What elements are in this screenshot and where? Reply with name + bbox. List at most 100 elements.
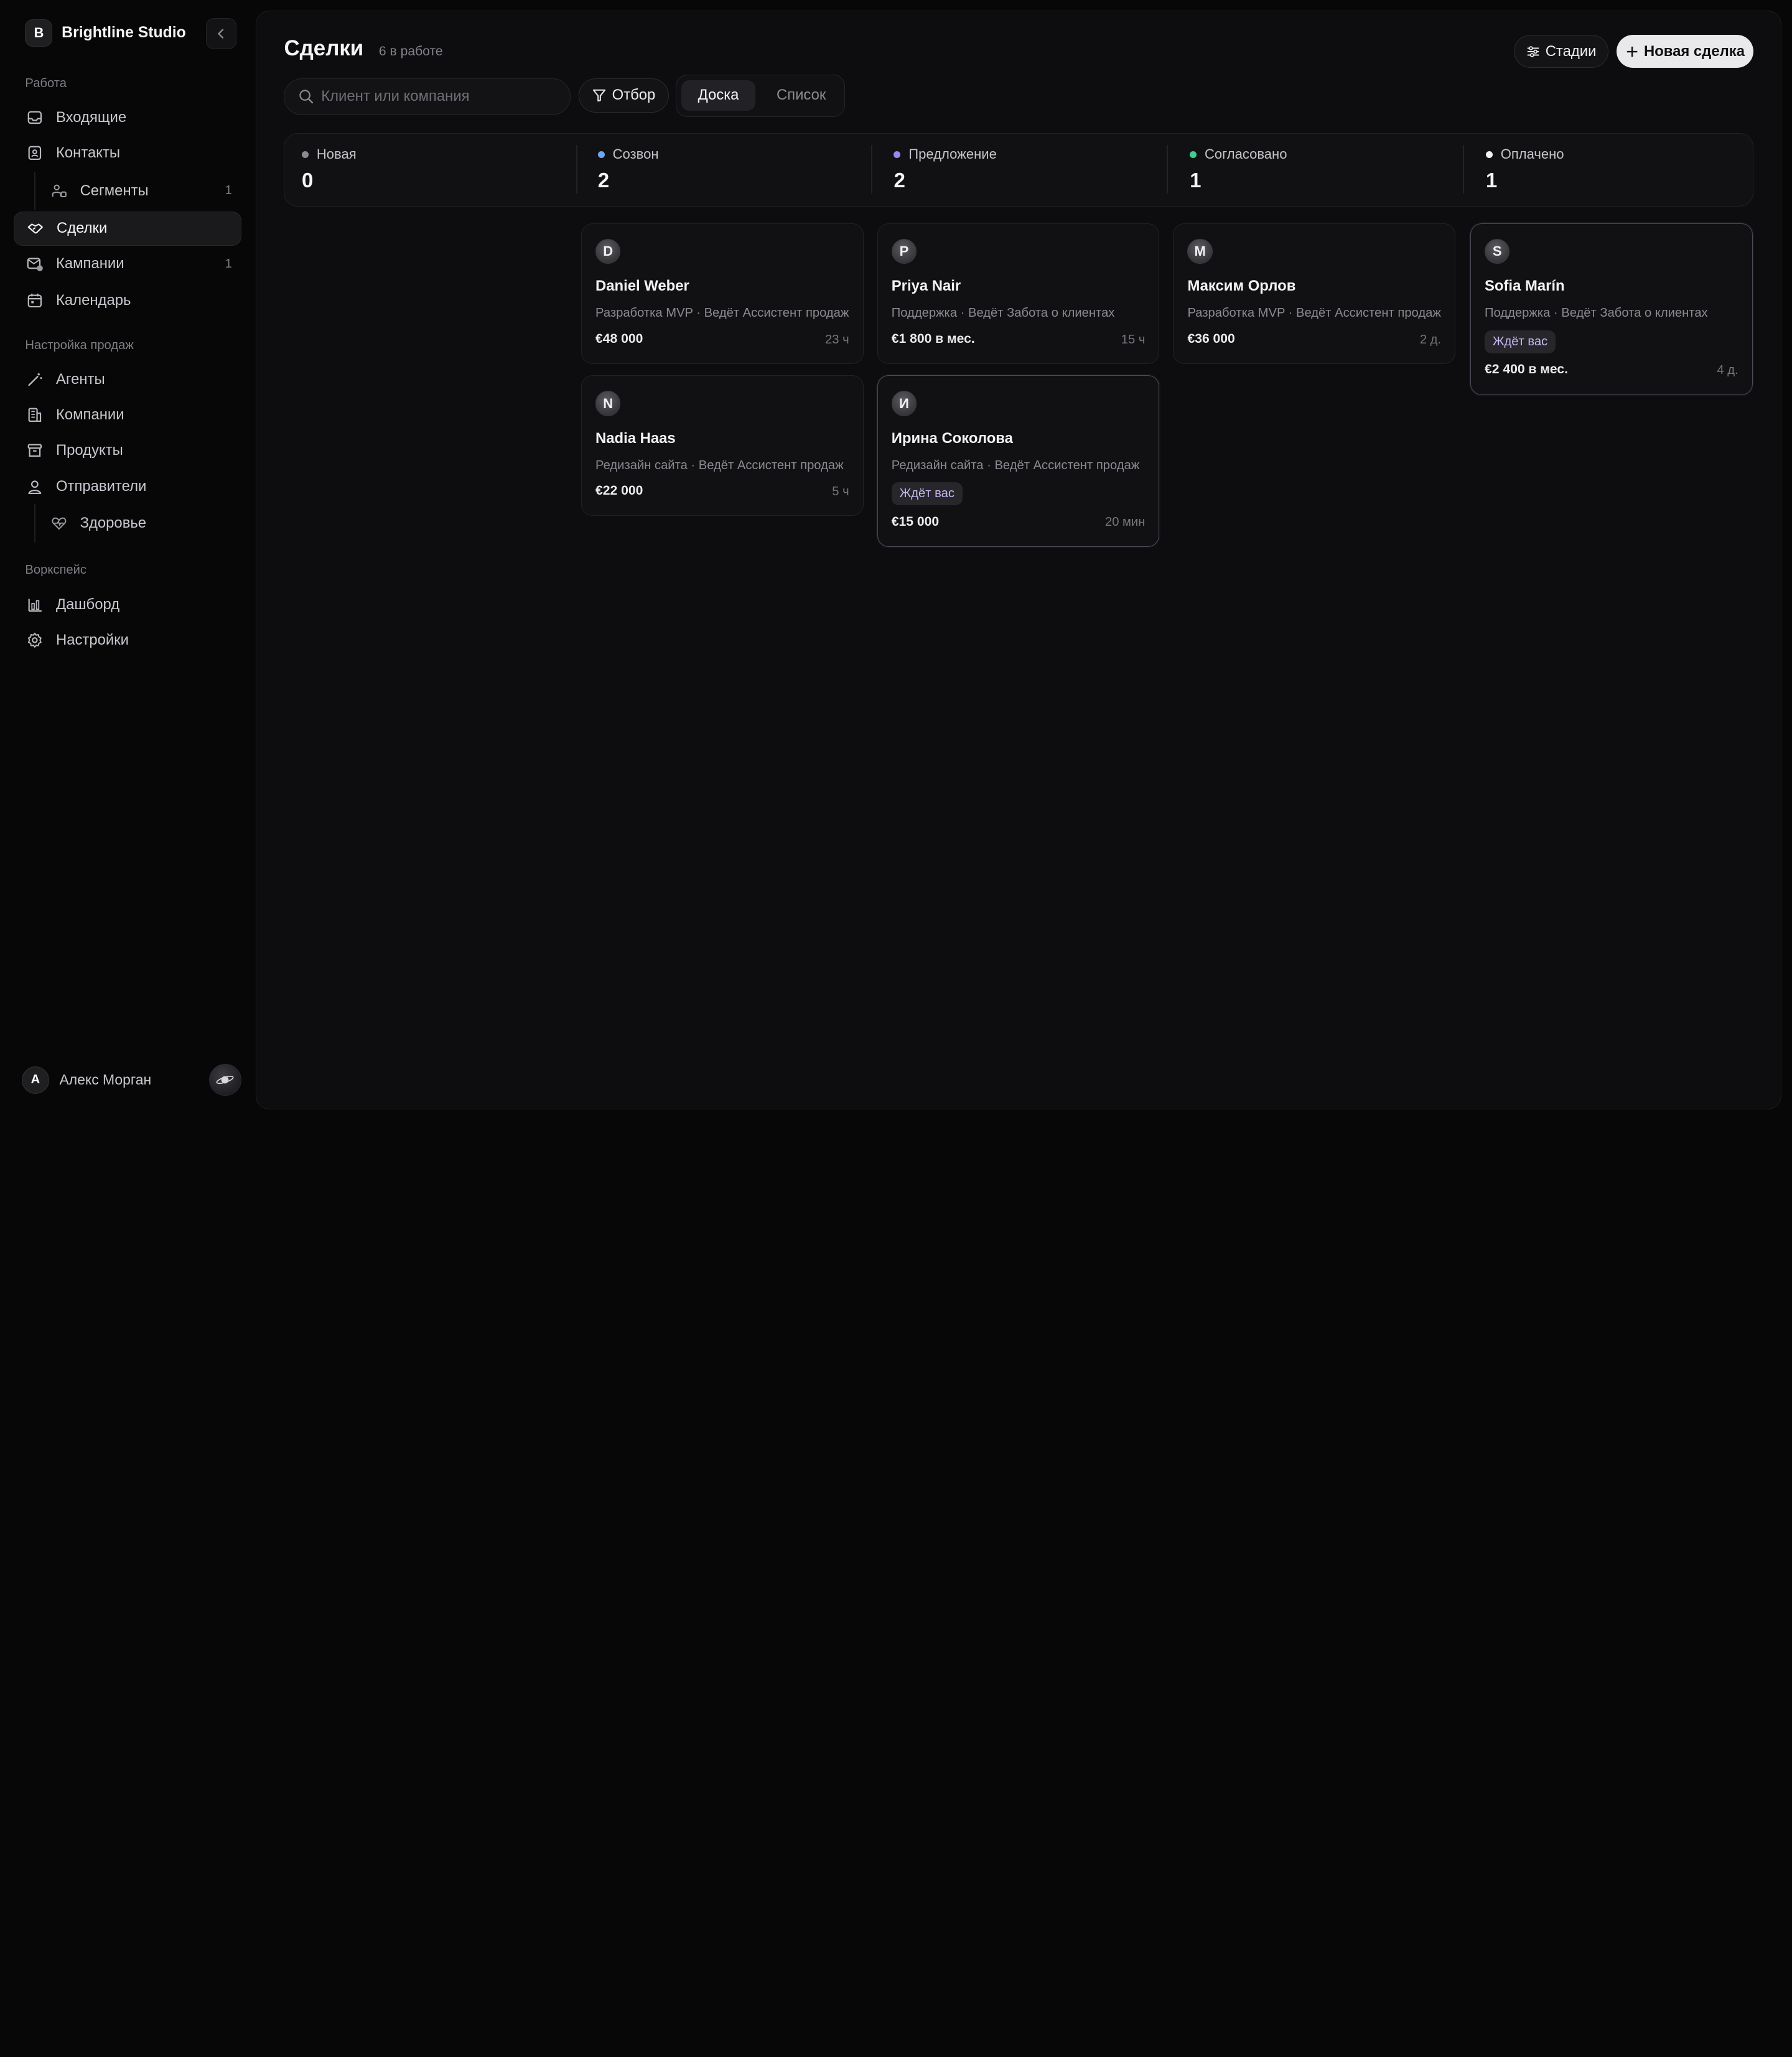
deal-client-name: Nadia Haas	[595, 429, 676, 447]
search-input[interactable]	[321, 88, 550, 106]
segments-icon	[50, 182, 68, 200]
avatar: А	[21, 1066, 49, 1094]
stage-count: 2	[894, 169, 905, 192]
stage-call[interactable]: Созвон 2	[581, 134, 872, 205]
section-label-work: Работа	[25, 77, 67, 91]
deal-age: 20 мин	[1104, 515, 1146, 529]
avatar: И	[891, 391, 917, 416]
sidebar-item-dashboard[interactable]: Дашборд	[14, 587, 241, 622]
sidebar-item-settings[interactable]: Настройки	[14, 623, 241, 657]
new-deal-button-label: Новая сделка	[1643, 42, 1745, 60]
filter-button-label: Отбор	[612, 86, 656, 104]
stage-new[interactable]: Новая 0	[284, 134, 576, 205]
sidebar-item-campaigns[interactable]: Кампании 1	[14, 247, 241, 281]
deal-client-name: Ирина Соколова	[891, 429, 1013, 447]
sidebar-item-label: Агенты	[55, 370, 105, 388]
plus-icon	[1626, 45, 1638, 58]
sidebar-item-contacts[interactable]: Контакты	[14, 136, 241, 170]
deal-client-name: Sofia Marín	[1485, 278, 1565, 295]
segments-count: 1	[225, 184, 232, 198]
sidebar-item-deals[interactable]: Сделки	[14, 211, 241, 246]
deal-client-name: Максим Орлов	[1187, 278, 1296, 295]
view-list-tab[interactable]: Список	[761, 80, 841, 111]
stage-color-dot	[597, 151, 605, 158]
user-profile[interactable]: А Алекс Морган	[21, 1066, 151, 1094]
divider	[1463, 145, 1464, 194]
stage-paid[interactable]: Оплачено 1	[1468, 134, 1754, 205]
campaign-icon	[26, 255, 44, 273]
deal-age: 2 д.	[1419, 332, 1442, 347]
sidebar-item-label: Дашборд	[55, 595, 120, 613]
filter-icon	[592, 88, 606, 102]
deal-amount: €1 800 в мес.	[891, 331, 975, 346]
stage-proposal[interactable]: Предложение 2	[877, 134, 1168, 205]
building-icon	[26, 406, 44, 424]
deal-amount: €22 000	[595, 483, 643, 498]
stage-color-dot	[1485, 151, 1493, 158]
sidebar-item-label: Настройки	[55, 631, 129, 648]
sidebar-item-segments[interactable]: Сегменты 1	[38, 174, 241, 208]
calendar-icon	[26, 292, 44, 309]
gear-icon	[26, 632, 44, 649]
stage-color-dot	[1190, 151, 1197, 158]
avatar: N	[595, 391, 621, 416]
view-board-tab[interactable]: Доска	[681, 80, 756, 111]
divider	[870, 145, 872, 194]
heart-pulse-icon	[50, 515, 68, 532]
workspace-switcher[interactable]: B Brightline Studio	[25, 18, 186, 48]
stage-color-dot	[302, 151, 309, 158]
sidebar-item-label: Календарь	[55, 292, 131, 309]
sidebar-item-products[interactable]: Продукты	[14, 433, 241, 467]
deal-age: 5 ч	[832, 484, 849, 498]
deal-meta: Разработка MVP · Ведёт Ассистент продаж	[595, 306, 849, 320]
stage-name: Созвон	[612, 146, 659, 162]
deal-card[interactable]: N Nadia Haas Редизайн сайта · Ведёт Асси…	[581, 375, 864, 516]
deal-client-name: Daniel Weber	[595, 278, 689, 295]
deal-age: 15 ч	[1121, 332, 1146, 347]
stage-count: 2	[597, 169, 610, 192]
stage-agreed[interactable]: Согласовано 1	[1173, 134, 1464, 205]
deal-card[interactable]: М Максим Орлов Разработка MVP · Ведёт Ас…	[1173, 223, 1456, 365]
sliders-icon	[1526, 45, 1540, 58]
status-badge: Ждёт вас	[891, 482, 963, 505]
new-deal-button[interactable]: Новая сделка	[1617, 35, 1754, 68]
stage-count: 1	[1190, 169, 1202, 192]
search-icon	[299, 90, 313, 104]
sidebar-item-calendar[interactable]: Календарь	[14, 284, 241, 318]
view-switcher: Доска Список	[676, 75, 846, 118]
deal-meta: Редизайн сайта · Ведёт Ассистент продаж	[891, 458, 1140, 472]
deals-in-progress-count: 6 в работе	[378, 44, 443, 58]
app-window: B Brightline Studio Работа Входящие Конт…	[0, 0, 1792, 1120]
sidebar-item-inbox[interactable]: Входящие	[14, 101, 241, 135]
stage-count: 0	[302, 169, 314, 192]
filter-button[interactable]: Отбор	[579, 78, 670, 113]
sidebar-item-health[interactable]: Здоровье	[38, 506, 241, 541]
search-field[interactable]	[284, 78, 571, 115]
divider	[576, 145, 577, 194]
stage-color-dot	[894, 151, 901, 158]
planet-icon	[216, 1076, 234, 1084]
nav-tree-line	[34, 171, 35, 210]
sidebar-item-agents[interactable]: Агенты	[14, 362, 241, 396]
inbox-icon	[26, 109, 44, 126]
collapse-sidebar-button[interactable]	[205, 18, 237, 49]
sidebar-item-label: Отправители	[55, 478, 147, 495]
deal-card[interactable]: S Sofia Marín Поддержка · Ведёт Забота о…	[1470, 223, 1753, 395]
sidebar: B Brightline Studio Работа Входящие Конт…	[0, 0, 255, 1120]
sidebar-item-senders[interactable]: Отправители	[14, 470, 241, 504]
deal-card[interactable]: D Daniel Weber Разработка MVP · Ведёт Ас…	[581, 223, 864, 365]
deal-amount: €36 000	[1187, 331, 1235, 346]
theme-toggle-button[interactable]	[209, 1063, 241, 1096]
deal-amount: €15 000	[891, 514, 940, 529]
sidebar-item-label: Кампании	[55, 255, 124, 273]
deal-card[interactable]: И Ирина Соколова Редизайн сайта · Ведёт …	[877, 375, 1160, 547]
deal-card[interactable]: P Priya Nair Поддержка · Ведёт Забота о …	[877, 223, 1160, 365]
divider	[1167, 145, 1169, 194]
campaigns-count: 1	[225, 256, 232, 271]
archive-icon	[26, 442, 44, 459]
workspace-avatar: B	[25, 19, 53, 47]
sidebar-item-companies[interactable]: Компании	[14, 398, 241, 432]
deal-amount: €48 000	[595, 331, 643, 346]
stages-button[interactable]: Стадии	[1513, 35, 1609, 68]
chart-icon	[26, 596, 44, 613]
